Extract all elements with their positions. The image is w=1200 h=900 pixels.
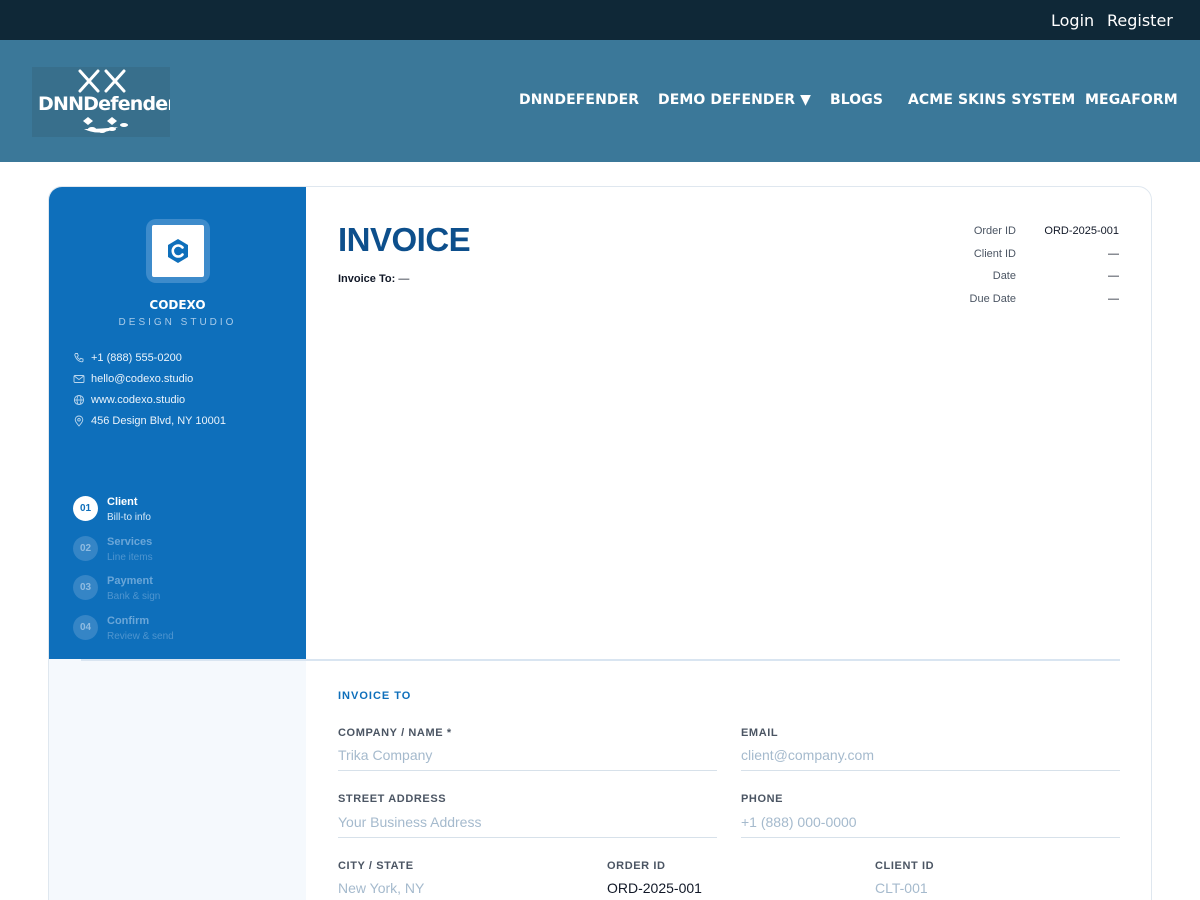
step-number: 03 — [73, 575, 98, 600]
contact-phone-text: +1 (888) 555-0200 — [91, 352, 182, 364]
step-number: 02 — [73, 536, 98, 561]
svg-text:DNNDefender: DNNDefender — [38, 93, 170, 115]
step-number: 04 — [73, 615, 98, 640]
brand-subtitle: DESIGN STUDIO — [118, 317, 237, 328]
meta-date-value: — — [1108, 270, 1119, 282]
top-bar: Login Register — [0, 0, 1200, 40]
step-title: Services — [107, 536, 153, 548]
meta-due-date-value: — — [1108, 293, 1119, 305]
invoice-title: INVOICE — [338, 221, 471, 258]
step-title: Confirm — [107, 615, 150, 627]
invoice-to-value: — — [398, 273, 410, 285]
sidebar-lower-panel — [49, 659, 306, 900]
login-link[interactable]: Login — [1051, 11, 1094, 30]
mail-icon — [73, 375, 85, 383]
contact-website: www.codexo.studio — [73, 393, 185, 407]
nav-demo-defender[interactable]: DEMO DEFENDER ▼ — [658, 92, 811, 108]
map-pin-icon — [74, 415, 84, 427]
section-divider — [81, 659, 1120, 661]
company-sidebar: CODEXO DESIGN STUDIO +1 (888) 555-0200 h… — [49, 187, 306, 659]
step-title: Client — [107, 496, 138, 508]
step-subtitle: Line items — [107, 552, 153, 563]
order-id-input[interactable] — [607, 868, 852, 900]
contact-address-text: 456 Design Blvd, NY 10001 — [91, 415, 226, 427]
step-subtitle: Review & send — [107, 631, 174, 642]
site-logo[interactable]: DNNDefender — [32, 67, 170, 137]
meta-client-id-label: Client ID — [973, 248, 1016, 260]
invoice-card: CODEXO DESIGN STUDIO +1 (888) 555-0200 h… — [48, 186, 1152, 900]
contact-phone: +1 (888) 555-0200 — [73, 351, 182, 365]
contact-website-text: www.codexo.studio — [91, 394, 186, 406]
meta-order-id-label: Order ID — [973, 225, 1016, 237]
street-address-input[interactable] — [338, 802, 717, 838]
company-name-input[interactable] — [338, 735, 717, 771]
phone-icon — [74, 353, 84, 363]
register-link[interactable]: Register — [1107, 11, 1173, 30]
step-title: Payment — [107, 575, 153, 587]
invoice-to-summary: Invoice To: — — [338, 273, 409, 285]
crossed-swords-logo-icon: DNNDefender — [38, 69, 170, 133]
meta-date-label: Date — [992, 270, 1016, 282]
meta-due-date-label: Due Date — [969, 293, 1016, 305]
meta-client-id-value: — — [1108, 248, 1119, 260]
phone-input[interactable] — [741, 802, 1120, 838]
site-header: DNNDefender DNNDEFENDER DEMO DEFENDER ▼ … — [0, 40, 1200, 162]
client-id-input[interactable] — [875, 868, 1120, 900]
step-subtitle: Bank & sign — [107, 591, 161, 602]
step-number: 01 — [73, 496, 98, 521]
meta-order-id-value: ORD-2025-001 — [1044, 225, 1119, 237]
nav-megaform[interactable]: MEGAFORM — [1085, 92, 1178, 108]
email-input[interactable] — [741, 735, 1120, 771]
invoice-to-label: Invoice To: — [338, 273, 396, 285]
city-state-input[interactable] — [338, 868, 583, 900]
brand-name: CODEXO — [149, 298, 206, 312]
globe-icon — [73, 394, 85, 406]
section-title-invoice-to: INVOICE TO — [338, 690, 412, 702]
nav-acme-skins-system[interactable]: ACME SKINS SYSTEM — [908, 92, 1075, 108]
contact-email: hello@codexo.studio — [73, 372, 193, 386]
nav-blogs[interactable]: BLOGS — [830, 92, 883, 108]
nav-dnndefender[interactable]: DNNDEFENDER — [519, 92, 639, 108]
contact-address: 456 Design Blvd, NY 10001 — [73, 414, 226, 428]
hexagon-c-logo-icon — [168, 239, 188, 263]
contact-email-text: hello@codexo.studio — [91, 373, 194, 385]
step-subtitle: Bill-to info — [107, 512, 151, 523]
brand-logo — [146, 219, 210, 283]
